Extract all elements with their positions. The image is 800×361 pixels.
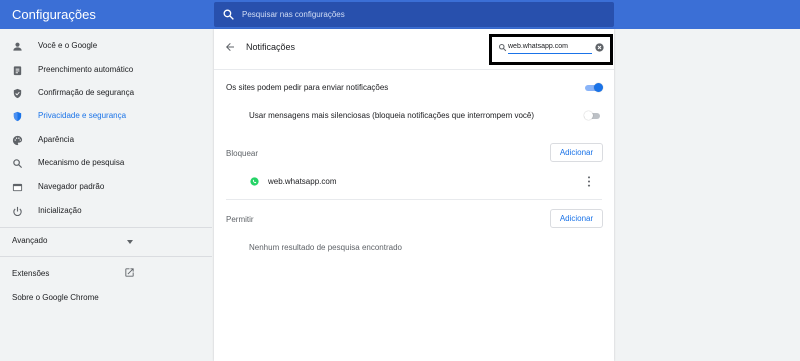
sidebar-item-label: Mecanismo de pesquisa [38, 158, 125, 167]
toggle-knob [584, 111, 593, 120]
sidebar-item-default-browser[interactable]: Navegador padrão [0, 177, 212, 199]
sidebar-item-you-and-google[interactable]: Você e o Google [0, 36, 212, 58]
allow-section-label: Permitir [226, 215, 254, 224]
person-icon [13, 42, 22, 51]
sidebar-item-label: Privacidade e segurança [38, 111, 127, 120]
top-bar: Configurações [0, 0, 800, 29]
shield-icon [13, 111, 22, 122]
site-filter-input[interactable] [508, 40, 592, 54]
chevron-down-icon[interactable] [127, 240, 133, 244]
sidebar-item-label: Aparência [38, 135, 75, 144]
app-title: Configurações [12, 7, 96, 22]
sidebar-divider [0, 256, 212, 257]
allow-request-toggle[interactable] [585, 83, 603, 92]
allow-request-label: Os sites podem pedir para enviar notific… [226, 83, 389, 92]
whatsapp-icon [250, 177, 259, 186]
quieter-messaging-label: Usar mensagens mais silenciosas (bloquei… [249, 111, 535, 120]
power-icon [13, 206, 22, 217]
more-vert-icon[interactable] [587, 176, 591, 187]
section-separator [226, 199, 602, 200]
sidebar-item-label: Você e o Google [38, 41, 98, 50]
blocked-site-url[interactable]: web.whatsapp.com [268, 177, 336, 186]
block-section-label: Bloquear [226, 149, 259, 158]
sidebar-item-autofill[interactable]: Preenchimento automático [0, 60, 212, 82]
clipboard-icon [13, 66, 22, 76]
clear-search-icon[interactable] [595, 43, 604, 52]
sidebar-item-search-engine[interactable]: Mecanismo de pesquisa [0, 153, 212, 175]
notifications-card: Notificações Os sites podem pedir para e… [214, 29, 614, 361]
open-in-new-icon[interactable] [124, 267, 135, 278]
palette-icon [12, 135, 23, 146]
sidebar-item-extensions[interactable]: Extensões [12, 269, 49, 278]
sidebar-item-appearance[interactable]: Aparência [0, 130, 212, 152]
no-results-text: Nenhum resultado de pesquisa encontrado [249, 243, 402, 252]
settings-search-input[interactable] [242, 2, 602, 27]
search-icon [223, 9, 234, 20]
sidebar-item-label: Inicialização [38, 206, 82, 215]
page-title: Notificações [246, 42, 296, 52]
header-divider [214, 69, 614, 70]
allow-add-button[interactable]: Adicionar [550, 209, 603, 228]
sidebar-item-label: Confirmação de segurança [38, 88, 135, 97]
sidebar-advanced-toggle[interactable]: Avançado [12, 236, 47, 245]
sidebar-item-about-chrome[interactable]: Sobre o Google Chrome [12, 293, 99, 302]
sidebar-item-safety-check[interactable]: Confirmação de segurança [0, 83, 212, 105]
toggle-knob [594, 83, 603, 92]
search-icon [498, 43, 507, 52]
block-add-button[interactable]: Adicionar [550, 143, 603, 162]
sidebar-item-label: Preenchimento automático [38, 65, 134, 74]
site-filter-search[interactable] [489, 34, 613, 65]
back-arrow-icon[interactable] [224, 41, 236, 53]
sidebar-item-label: Navegador padrão [38, 182, 105, 191]
search-icon [13, 159, 23, 169]
sidebar-item-privacy-security[interactable]: Privacidade e segurança [0, 106, 212, 128]
settings-search-box[interactable] [214, 2, 614, 27]
shield-check-icon [13, 88, 22, 99]
sidebar-divider [0, 227, 212, 228]
quieter-messaging-toggle[interactable] [584, 111, 602, 120]
sidebar-item-on-startup[interactable]: Inicialização [0, 201, 212, 223]
sidebar: Você e o Google Preenchimento automático… [0, 29, 212, 361]
browser-window-icon [12, 183, 23, 192]
